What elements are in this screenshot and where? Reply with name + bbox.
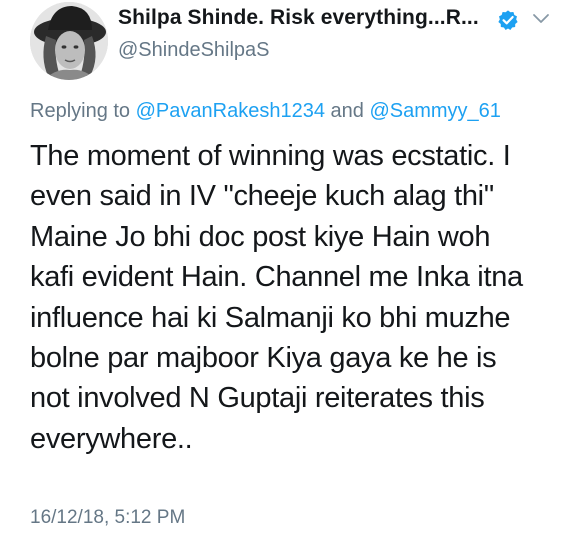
- tweet-text: The moment of winning was ecstatic. I ev…: [30, 136, 570, 459]
- profile-photo-icon: [30, 2, 108, 80]
- tweet-text-line: bolne par majboor Kiya gaya ke he is: [30, 342, 497, 375]
- tweet-text-line: The moment of winning was ecstatic. I: [30, 140, 511, 172]
- verified-badge-icon: [498, 10, 518, 30]
- replying-to-label: Replying to: [30, 100, 131, 122]
- author-display-name[interactable]: Shilpa Shinde. Risk everything...R...: [118, 6, 479, 30]
- tweet-text-line: kafi evident Hain. Channel me Inka itna: [30, 261, 523, 294]
- tweet-text-line: not involved N Guptaji reiterates this: [30, 382, 485, 415]
- replying-to-conjunction: and: [330, 100, 364, 122]
- replying-to-line: Replying to @PavanRakesh1234 and @Sammyy…: [30, 100, 501, 123]
- author-avatar[interactable]: [30, 2, 108, 80]
- tweet-text-line: even said in IV "cheeje kuch alag thi": [30, 180, 494, 213]
- tweet-text-line: influence hai ki Salmanji ko bhi muzhe: [30, 301, 511, 334]
- tweet-timestamp[interactable]: 16/12/18, 5:12 PM: [30, 507, 185, 529]
- chevron-down-icon[interactable]: [532, 12, 550, 26]
- tweet-text-line: Maine Jo bhi doc post kiye Hain woh: [30, 220, 491, 253]
- author-handle[interactable]: @ShindeShilpaS: [118, 39, 270, 62]
- mention-link[interactable]: @Sammyy_61: [369, 100, 500, 122]
- tweet-text-line: everywhere..: [30, 422, 193, 455]
- mention-link[interactable]: @PavanRakesh1234: [136, 100, 325, 122]
- tweet-card: Shilpa Shinde. Risk everything...R... @S…: [0, 0, 576, 534]
